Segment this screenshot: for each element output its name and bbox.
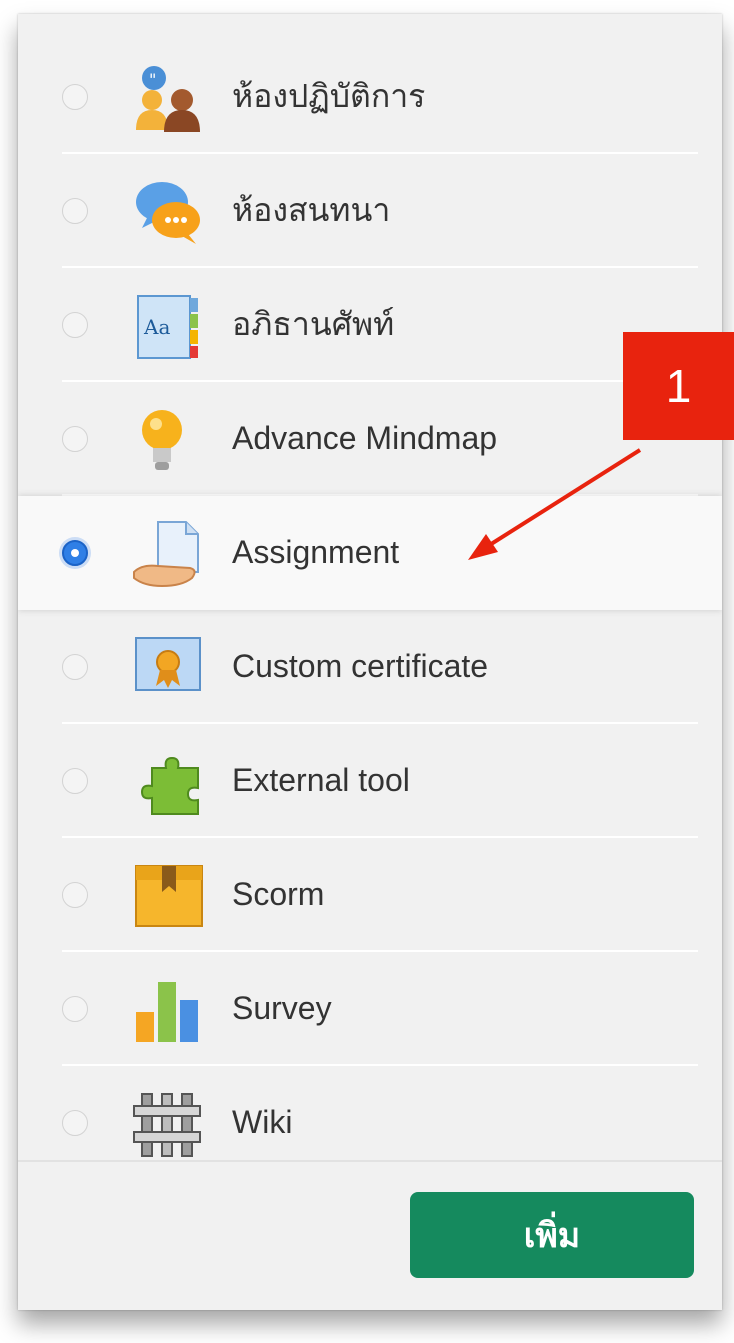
module-label: อภิธานศัพท์ (232, 306, 395, 342)
radio-assignment[interactable] (62, 540, 88, 566)
radio-survey[interactable] (62, 996, 88, 1022)
module-option-mindmap[interactable]: Advance Mindmap (18, 382, 722, 496)
module-option-certificate[interactable]: Custom certificate (18, 610, 722, 724)
module-option-glossary[interactable]: Aa อภิธานศัพท์ (18, 268, 722, 382)
assignment-icon (132, 520, 208, 590)
package-icon (132, 862, 208, 932)
module-label: Assignment (232, 534, 400, 570)
radio-external-tool[interactable] (62, 768, 88, 794)
radio-certificate[interactable] (62, 654, 88, 680)
module-list: " ห้องปฏิบัติการ ห้องสนทนา Aa อภิธานศัพท… (18, 40, 722, 1160)
module-label: Advance Mindmap (232, 420, 498, 456)
chooser-footer: เพิ่ม (18, 1160, 722, 1310)
radio-glossary[interactable] (62, 312, 88, 338)
module-label: Scorm (232, 876, 325, 912)
wiki-icon (132, 1090, 208, 1160)
puzzle-icon (132, 748, 208, 818)
radio-workshop[interactable] (62, 84, 88, 110)
module-label: External tool (232, 762, 410, 798)
chat-icon (132, 178, 208, 248)
module-option-wiki[interactable]: Wiki (18, 1066, 722, 1160)
module-label: ห้องปฏิบัติการ (232, 78, 426, 114)
workshop-icon: " (132, 64, 208, 134)
bar-chart-icon (132, 976, 208, 1046)
module-label: Wiki (232, 1104, 293, 1140)
module-label: Custom certificate (232, 648, 489, 684)
svg-text:": " (149, 70, 156, 89)
module-option-external-tool[interactable]: External tool (18, 724, 722, 838)
module-label: ห้องสนทนา (232, 192, 391, 228)
radio-chat[interactable] (62, 198, 88, 224)
module-option-assignment[interactable]: Assignment (18, 496, 722, 610)
annotation-marker: 1 (623, 332, 734, 440)
radio-scorm[interactable] (62, 882, 88, 908)
module-option-workshop[interactable]: " ห้องปฏิบัติการ (18, 40, 722, 154)
module-option-chat[interactable]: ห้องสนทนา (18, 154, 722, 268)
module-option-survey[interactable]: Survey (18, 952, 722, 1066)
radio-wiki[interactable] (62, 1110, 88, 1136)
activity-chooser: " ห้องปฏิบัติการ ห้องสนทนา Aa อภิธานศัพท… (18, 14, 722, 1310)
certificate-icon (132, 634, 208, 704)
module-option-scorm[interactable]: Scorm (18, 838, 722, 952)
svg-text:Aa: Aa (143, 315, 170, 339)
module-label: Survey (232, 990, 332, 1026)
radio-mindmap[interactable] (62, 426, 88, 452)
add-button[interactable]: เพิ่ม (410, 1192, 694, 1278)
lightbulb-icon (132, 406, 208, 476)
glossary-icon: Aa (132, 292, 208, 362)
